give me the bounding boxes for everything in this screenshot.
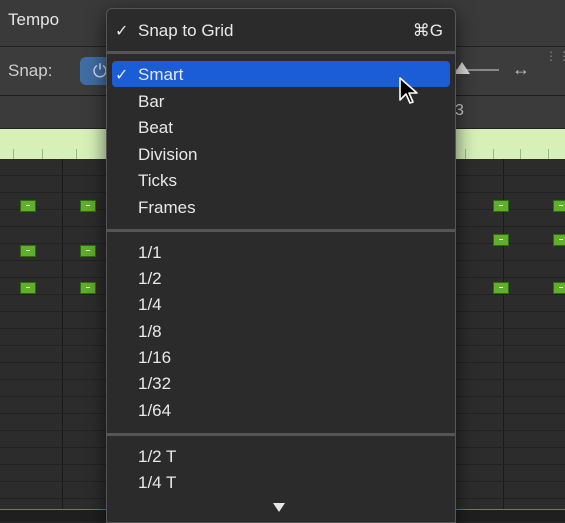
menu-item-frames[interactable]: Frames	[107, 194, 455, 220]
midi-note[interactable]	[553, 234, 565, 246]
midi-note[interactable]	[80, 245, 96, 257]
menu-item-1-64[interactable]: 1/64	[107, 397, 455, 423]
ruler-tick	[13, 149, 14, 159]
ruler-tick	[76, 149, 77, 159]
bar-number: 3	[455, 102, 464, 119]
menu-item-1-2-triplet[interactable]: 1/2 T	[107, 443, 455, 469]
menu-item-label: Ticks	[138, 171, 178, 190]
menu-item-label: 1/4 T	[138, 473, 177, 492]
menu-item-1-1[interactable]: 1/1	[107, 239, 455, 265]
menu-separator	[107, 229, 455, 232]
menu-item-snap-to-grid[interactable]: ✓ Snap to Grid ⌘G	[107, 17, 455, 43]
menu-item-label: Snap to Grid	[138, 21, 234, 40]
menu-item-label: 1/64	[138, 401, 172, 420]
menu-item-label: Division	[138, 145, 198, 164]
ruler-tick	[493, 149, 494, 159]
horizontal-resize-icon[interactable]: ↔	[512, 59, 530, 80]
ruler-tick	[520, 149, 521, 159]
tempo-label[interactable]: Tempo	[8, 10, 59, 30]
menu-item-label: 1/4	[138, 295, 162, 314]
menu-separator	[107, 433, 455, 436]
menu-item-1-4-triplet[interactable]: 1/4 T	[107, 469, 455, 495]
scroll-down-arrow-icon[interactable]	[273, 503, 285, 512]
zoom-slider-knob[interactable]	[454, 62, 470, 74]
menu-item-1-8[interactable]: 1/8	[107, 318, 455, 344]
midi-note[interactable]	[80, 200, 96, 212]
midi-note[interactable]	[80, 282, 96, 294]
midi-note[interactable]	[20, 245, 36, 257]
menu-item-1-4[interactable]: 1/4	[107, 291, 455, 317]
checkmark-icon: ✓	[115, 23, 129, 40]
ruler-tick	[42, 149, 43, 159]
menu-item-1-16[interactable]: 1/16	[107, 344, 455, 370]
menu-item-1-32[interactable]: 1/32	[107, 370, 455, 396]
menu-item-beat[interactable]: Beat	[107, 114, 455, 140]
mouse-pointer-icon	[399, 77, 418, 104]
ruler-tick	[548, 149, 549, 159]
checkmark-icon: ✓	[115, 67, 129, 84]
midi-note[interactable]	[553, 200, 565, 212]
midi-note[interactable]	[20, 282, 36, 294]
menu-item-label: Frames	[138, 198, 196, 217]
keyboard-shortcut: ⌘G	[412, 21, 443, 40]
menu-item-label: 1/1	[138, 243, 162, 262]
snap-label: Snap:	[8, 61, 53, 80]
vertical-dots-icon: ⋮⋮	[545, 49, 565, 63]
midi-note[interactable]	[493, 200, 509, 212]
menu-item-label: 1/32	[138, 374, 172, 393]
midi-note[interactable]	[493, 234, 509, 246]
menu-item-label: 1/16	[138, 348, 172, 367]
menu-item-label: 1/2 T	[138, 447, 177, 466]
midi-note[interactable]	[553, 282, 565, 294]
menu-item-ticks[interactable]: Ticks	[107, 167, 455, 193]
menu-item-division[interactable]: Division	[107, 141, 455, 167]
menu-item-label: 1/2	[138, 269, 162, 288]
menu-item-label: Smart	[138, 65, 184, 84]
menu-item-label: 1/8	[138, 322, 162, 341]
menu-separator	[107, 51, 455, 54]
midi-note[interactable]	[493, 282, 509, 294]
menu-item-1-2[interactable]: 1/2	[107, 265, 455, 291]
ruler-tick	[465, 149, 466, 159]
menu-item-label: Bar	[138, 92, 165, 111]
midi-note[interactable]	[20, 200, 36, 212]
menu-item-label: Beat	[138, 118, 173, 137]
